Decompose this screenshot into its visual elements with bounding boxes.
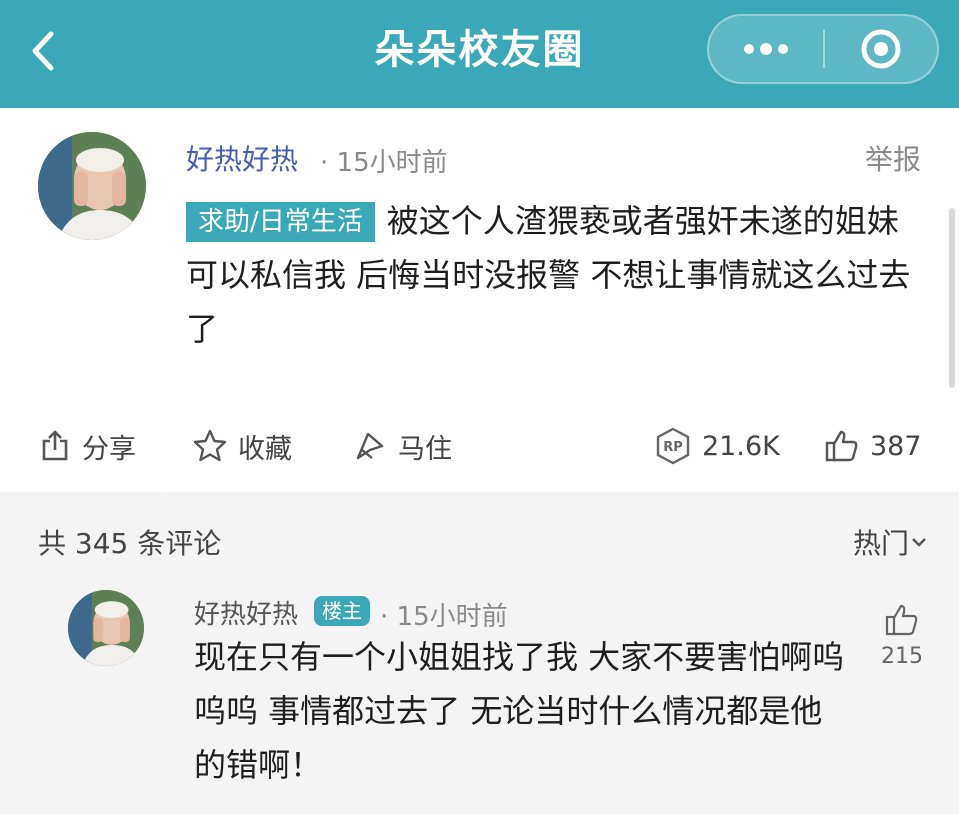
views-value: 21.6K	[702, 430, 780, 462]
comment-count: 共 345 条评论	[38, 527, 222, 560]
svg-text:RP: RP	[663, 440, 683, 455]
share-label: 分享	[82, 433, 136, 465]
avatar[interactable]	[38, 132, 146, 240]
app-header: 朵朵校友圈	[0, 0, 959, 108]
report-button[interactable]: 举报	[865, 138, 921, 178]
comment-like-button[interactable]: 215	[874, 602, 930, 669]
close-miniapp-button[interactable]	[825, 16, 937, 82]
category-tag[interactable]: 求助/日常生活	[186, 202, 375, 242]
more-button[interactable]	[709, 16, 823, 82]
rp-badge-icon: RP	[656, 427, 690, 465]
target-circle-icon	[861, 29, 901, 69]
favorite-label: 收藏	[238, 433, 292, 465]
share-icon	[42, 430, 68, 461]
avatar-photo	[68, 590, 144, 666]
view-count: RP 21.6K	[654, 426, 780, 466]
reply-label: 马住	[398, 433, 452, 465]
sort-label: 热门	[852, 527, 909, 560]
owner-badge: 楼主	[314, 596, 370, 626]
sort-dropdown[interactable]: 热门	[853, 522, 929, 562]
miniapp-capsule	[707, 14, 939, 84]
more-dots-icon	[744, 43, 788, 55]
thumbs-up-icon	[825, 430, 858, 462]
comment-text: 现在只有一个小姐姐找了我 大家不要害怕啊呜呜呜 事情都过去了 无论当时什么情况都…	[194, 638, 845, 784]
thumbs-up-icon	[885, 604, 918, 636]
pin-icon	[356, 432, 384, 460]
scrollbar[interactable]	[949, 208, 955, 388]
favorite-button[interactable]: 收藏	[192, 426, 292, 466]
star-icon	[193, 429, 227, 462]
comment-username[interactable]: 好热好热	[194, 594, 298, 631]
post-username[interactable]: 好热好热	[186, 138, 298, 178]
avatar-photo	[38, 132, 146, 240]
likes-value: 387	[870, 430, 922, 462]
bookmark-reply-button[interactable]: 马住	[352, 426, 452, 466]
section-caret	[150, 478, 180, 493]
share-button[interactable]: 分享	[38, 426, 136, 466]
post-content: 求助/日常生活 被这个人渣猥亵或者强奸未遂的姐妹可以私信我 后悔当时没报警 不想让…	[186, 194, 926, 356]
comment-like-count: 215	[881, 644, 923, 669]
like-button[interactable]: 387	[824, 426, 922, 466]
avatar[interactable]	[68, 590, 144, 666]
chevron-down-icon	[912, 538, 926, 547]
post-actions: 分享 收藏 马住 RP 21.6K 387	[0, 416, 959, 476]
post-card: 好热好热 · 15小时前 举报 求助/日常生活 被这个人渣猥亵或者强奸未遂的姐妹可…	[0, 108, 959, 492]
post-timestamp: · 15小时前	[320, 148, 448, 178]
comment-timestamp: · 15小时前	[380, 602, 508, 632]
